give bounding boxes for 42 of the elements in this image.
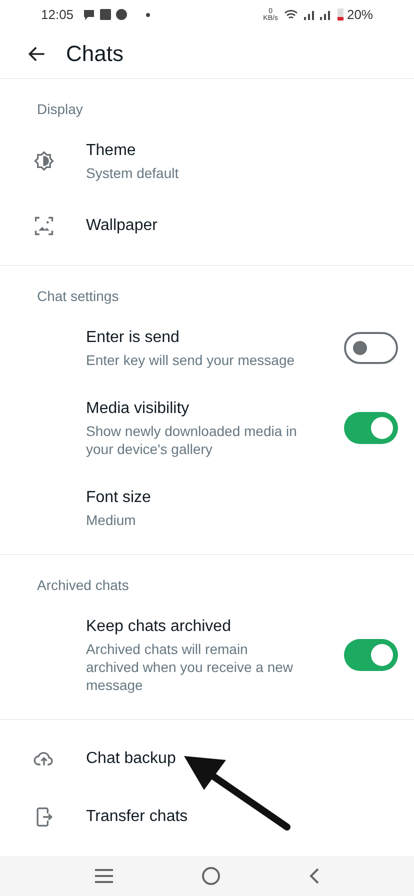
setting-description: System default: [86, 164, 180, 182]
brightness-icon: [33, 150, 55, 172]
battery-icon: [336, 8, 344, 22]
setting-title: Wallpaper: [86, 216, 158, 236]
setting-row[interactable]: Chat backup: [0, 730, 414, 788]
section-header: Display: [36, 100, 84, 119]
setting-row[interactable]: Wallpaper: [0, 196, 414, 255]
setting-row[interactable]: Font size Medium: [0, 472, 414, 544]
section-header: Archived chats: [36, 576, 130, 595]
dot-icon: [146, 12, 150, 17]
message-icon: [82, 8, 95, 21]
wallpaper-icon: [33, 214, 55, 237]
back-chevron-icon[interactable]: [308, 866, 320, 885]
setting-row[interactable]: Theme System default: [0, 126, 414, 197]
toggle-switch[interactable]: [344, 332, 398, 364]
status-time: 12:05: [41, 6, 74, 24]
setting-title: Enter is send: [86, 328, 180, 348]
signal-icon: [302, 8, 333, 21]
setting-title: Transfer chats: [86, 806, 189, 827]
setting-title: Chat backup: [86, 748, 177, 769]
setting-description: Enter key will send your message: [86, 350, 296, 369]
setting-title: Theme: [86, 140, 137, 161]
setting-description: Show newly downloaded media in your device's gallery: [86, 422, 298, 458]
setting-title: Font size: [86, 488, 152, 508]
setting-description: Medium: [86, 510, 137, 529]
wifi-icon: [284, 8, 298, 21]
notification-circle-icon: [116, 9, 127, 20]
setting-row[interactable]: Media visibility Show newly downloaded media in your device's gallery: [0, 384, 414, 473]
home-circle-icon[interactable]: [200, 866, 221, 886]
setting-row[interactable]: Transfer chats: [0, 788, 414, 846]
toggle-switch[interactable]: [344, 639, 398, 672]
battery-percentage: 20%: [346, 6, 373, 24]
gallery-icon: [100, 9, 111, 20]
setting-row[interactable]: Enter is send Enter key will send your message: [0, 312, 414, 384]
toggle-switch[interactable]: [344, 412, 398, 444]
setting-title: Media visibility: [86, 398, 190, 419]
setting-description: Archived chats will remain archived when you receive a new message: [86, 640, 294, 694]
setting-title: Keep chats archived: [86, 616, 232, 637]
section-header: Chat settings: [36, 286, 120, 306]
page-title: Chats: [66, 40, 124, 68]
setting-row[interactable]: Keep chats archived Archived chats will remain archived when you receive a new message: [0, 602, 414, 709]
menu-icon[interactable]: [94, 868, 114, 884]
